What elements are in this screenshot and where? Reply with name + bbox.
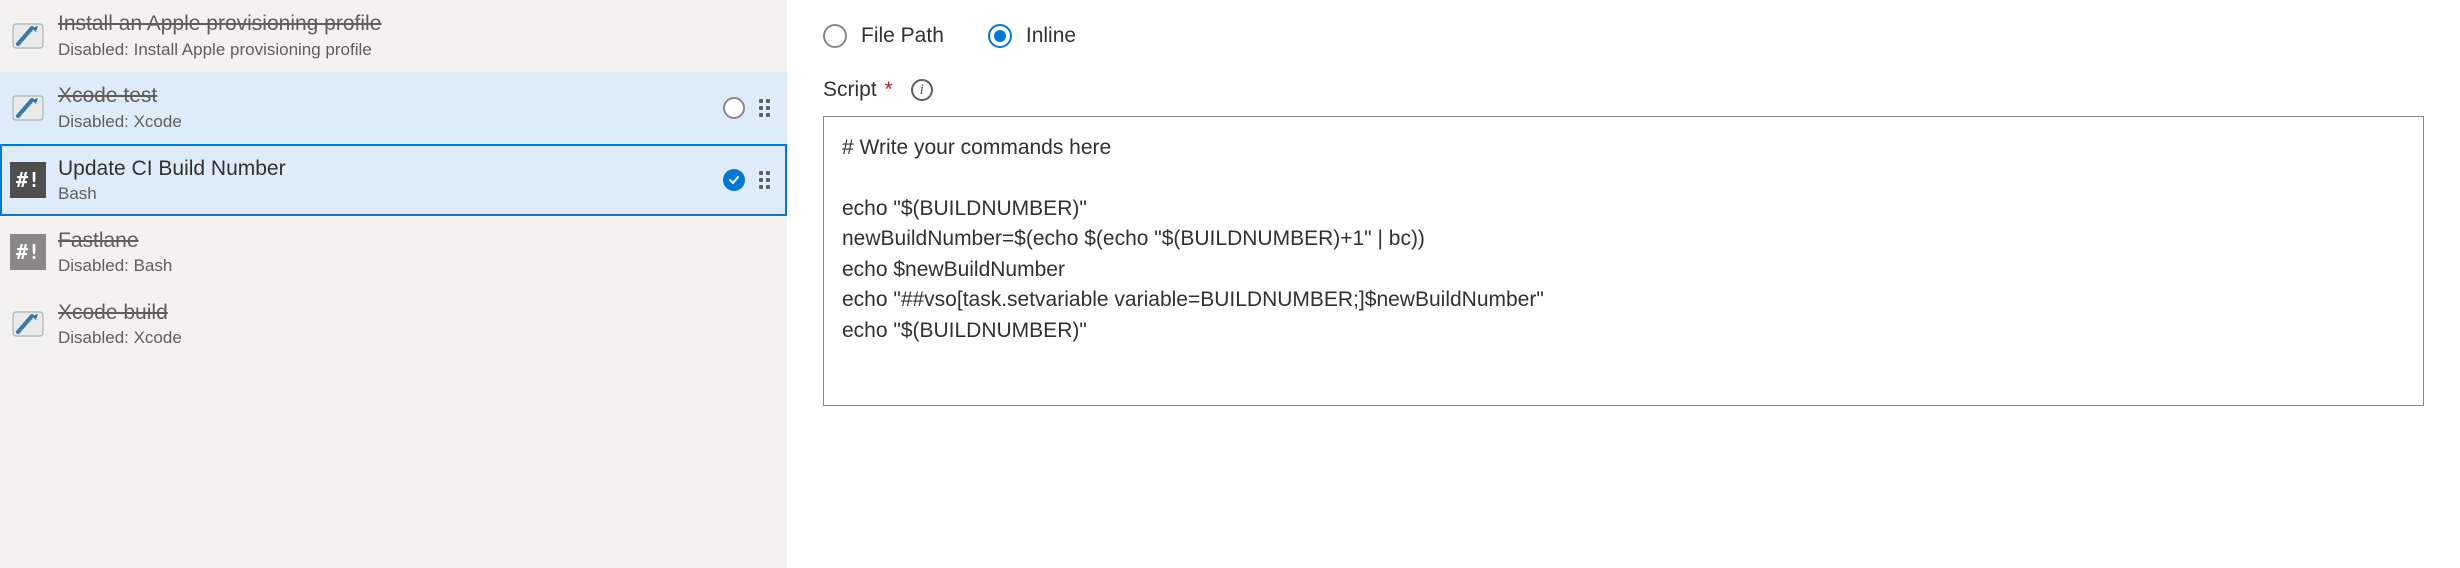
task-title: Xcode build bbox=[58, 300, 773, 326]
script-field-label: Script * bbox=[823, 78, 893, 102]
task-title: Xcode test bbox=[58, 83, 723, 109]
script-type-file-path[interactable]: File Path bbox=[823, 24, 944, 48]
task-subtitle: Bash bbox=[58, 184, 723, 204]
script-input[interactable] bbox=[823, 116, 2424, 406]
task-item-xcode-build[interactable]: Xcode build Disabled: Xcode bbox=[0, 288, 787, 360]
drag-handle-icon[interactable] bbox=[759, 99, 773, 117]
task-subtitle: Disabled: Bash bbox=[58, 256, 773, 276]
radio-icon bbox=[988, 24, 1012, 48]
bash-icon: #! bbox=[10, 234, 46, 270]
bash-icon: #! bbox=[10, 162, 46, 198]
pipeline-task-list: Install an Apple provisioning profile Di… bbox=[0, 0, 787, 568]
task-title: Update CI Build Number bbox=[58, 156, 723, 182]
task-title: Fastlane bbox=[58, 228, 773, 254]
task-subtitle: Disabled: Install Apple provisioning pro… bbox=[58, 40, 773, 60]
task-item-fastlane[interactable]: #! Fastlane Disabled: Bash bbox=[0, 216, 787, 288]
task-subtitle: Disabled: Xcode bbox=[58, 112, 723, 132]
task-item-xcode-test[interactable]: Xcode test Disabled: Xcode bbox=[0, 72, 787, 144]
drag-handle-icon[interactable] bbox=[759, 171, 773, 189]
radio-icon bbox=[823, 24, 847, 48]
xcode-icon bbox=[10, 18, 46, 54]
radio-label: File Path bbox=[861, 24, 944, 48]
xcode-icon bbox=[10, 306, 46, 342]
task-item-install-provisioning[interactable]: Install an Apple provisioning profile Di… bbox=[0, 0, 787, 72]
task-subtitle: Disabled: Xcode bbox=[58, 328, 773, 348]
radio-label: Inline bbox=[1026, 24, 1076, 48]
required-asterisk: * bbox=[885, 78, 893, 101]
script-type-radio-group: File Path Inline bbox=[823, 24, 2424, 48]
task-item-update-ci-build-number[interactable]: #! Update CI Build Number Bash bbox=[0, 144, 787, 216]
task-selected-check-icon[interactable] bbox=[723, 169, 745, 191]
xcode-icon bbox=[10, 90, 46, 126]
task-detail-panel: File Path Inline Script * i bbox=[787, 0, 2460, 568]
task-select-radio[interactable] bbox=[723, 97, 745, 119]
info-icon[interactable]: i bbox=[911, 79, 933, 101]
script-type-inline[interactable]: Inline bbox=[988, 24, 1076, 48]
task-title: Install an Apple provisioning profile bbox=[58, 11, 773, 37]
